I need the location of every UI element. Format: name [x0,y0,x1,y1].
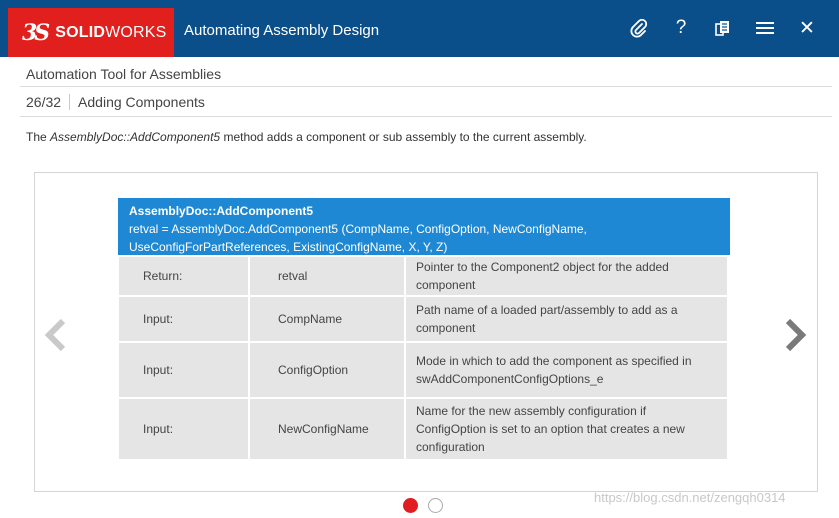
method-title: AssemblyDoc::AddComponent5 [129,204,314,218]
next-slide-button[interactable] [780,315,810,355]
param-kind: Input: [119,297,248,341]
page-counter: 26/32 [26,94,71,110]
help-icon[interactable]: ? [667,14,695,42]
table-row: Return: retval Pointer to the Component2… [119,257,727,295]
slide-pagination [403,498,443,513]
method-reference-card: AssemblyDoc::AddComponent5 retval = Asse… [118,198,730,460]
app-title: Automating Assembly Design [184,22,380,39]
prev-slide-button[interactable] [41,315,71,355]
signature-line-1: retval = AssemblyDoc.AddComponent5 (Comp… [129,222,587,236]
signature-line-2: UseConfigForPartReferences, ExistingConf… [129,240,448,254]
table-row: Input: NewConfigName Name for the new as… [119,399,727,459]
divider [20,86,832,87]
param-kind: Input: [119,399,248,459]
watermark: https://blog.csdn.net/zengqh0314 [594,490,786,505]
app-header: 3S SOLIDWORKS Automating Assembly Design… [0,0,839,57]
document-icon[interactable] [709,14,737,42]
param-name: retval [250,257,404,295]
table-row: Input: CompName Path name of a loaded pa… [119,297,727,341]
param-desc: Path name of a loaded part/assembly to a… [406,297,727,341]
pagination-dot-2[interactable] [428,498,443,513]
breadcrumb: 26/32 Adding Components [26,92,205,112]
solidworks-logo: 3S SOLIDWORKS [8,8,174,57]
divider [20,116,832,117]
chevron-right-icon [785,318,807,352]
chevron-left-icon [44,318,66,352]
menu-icon[interactable] [751,14,779,42]
logo-wordmark: SOLIDWORKS [55,23,167,41]
lesson-title: Adding Components [78,94,205,110]
param-name: ConfigOption [250,343,404,397]
close-icon[interactable]: ✕ [793,14,821,42]
intro-text: The AssemblyDoc::AddComponent5 method ad… [26,130,587,144]
param-desc: Name for the new assembly configuration … [406,399,727,459]
method-name: AssemblyDoc::AddComponent5 [50,130,221,144]
param-desc: Mode in which to add the component as sp… [406,343,727,397]
pagination-dot-1[interactable] [403,498,418,513]
param-name: CompName [250,297,404,341]
course-subtitle: Automation Tool for Assemblies [26,66,222,82]
parameter-table: Return: retval Pointer to the Component2… [117,255,729,461]
paperclip-icon[interactable] [625,14,653,42]
header-toolbar: ? ✕ [625,14,821,42]
param-desc: Pointer to the Component2 object for the… [406,257,727,295]
method-signature-header: AssemblyDoc::AddComponent5 retval = Asse… [118,198,730,255]
table-row: Input: ConfigOption Mode in which to add… [119,343,727,397]
param-kind: Input: [119,343,248,397]
ds-logo-mark: 3S [22,19,50,46]
param-kind: Return: [119,257,248,295]
param-name: NewConfigName [250,399,404,459]
